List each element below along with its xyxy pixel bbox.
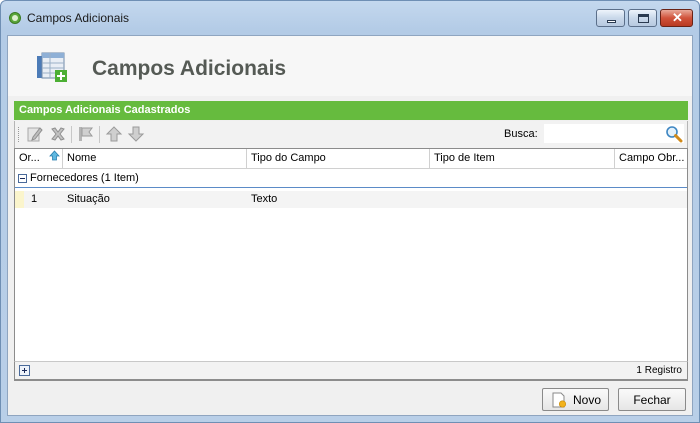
new-button-label: Novo — [573, 393, 602, 407]
close-button[interactable]: ✕ — [660, 9, 693, 27]
section-header: Campos Adicionais Cadastrados — [14, 101, 688, 120]
move-down-icon[interactable] — [127, 125, 145, 143]
close-icon: ✕ — [672, 10, 683, 25]
new-button[interactable]: Novo — [542, 388, 609, 411]
column-header-ordem[interactable]: Or... — [15, 149, 63, 168]
app-logo-icon — [9, 12, 21, 24]
dialog-body: Campos Adicionais Campos Adicionais Cada… — [7, 35, 693, 416]
column-header-tipo-campo[interactable]: Tipo do Campo — [247, 149, 430, 168]
maximize-icon — [638, 14, 649, 23]
plus-icon[interactable] — [19, 365, 30, 376]
group-label: Fornecedores (1 Item) — [30, 172, 139, 184]
minimize-button[interactable] — [596, 9, 625, 27]
column-header-tipo-item[interactable]: Tipo de Item — [430, 149, 615, 168]
column-header-nome[interactable]: Nome — [63, 149, 247, 168]
minimize-icon — [607, 20, 616, 23]
title-bar[interactable]: Campos Adicionais ✕ — [1, 1, 699, 35]
move-up-icon[interactable] — [105, 125, 123, 143]
header-panel: Campos Adicionais — [8, 36, 692, 96]
toolbar-grip[interactable] — [18, 127, 21, 142]
toolbar: Busca: — [14, 121, 688, 148]
dialog-window: Campos Adicionais ✕ Campos Adicionais Ca… — [0, 0, 700, 423]
group-row[interactable]: Fornecedores (1 Item) — [15, 169, 687, 188]
magnifier-icon[interactable] — [665, 125, 683, 143]
table-row[interactable]: 1 Situação Texto — [15, 191, 687, 208]
table-add-icon — [37, 52, 67, 82]
record-count: 1 Registro — [636, 365, 682, 376]
row-indicator — [15, 191, 24, 208]
toolbar-separator — [71, 126, 72, 143]
page-title: Campos Adicionais — [92, 57, 287, 80]
close-button-label: Fechar — [633, 393, 671, 407]
window-title: Campos Adicionais — [27, 11, 130, 25]
maximize-button[interactable] — [628, 9, 657, 27]
toolbar-separator — [99, 126, 100, 143]
search-label: Busca: — [504, 128, 538, 140]
edit-icon[interactable] — [26, 125, 44, 143]
column-header-campo-obrigatorio[interactable]: Campo Obr... — [615, 149, 687, 168]
cell-nome: Situação — [67, 193, 110, 205]
grid-header: Or... Nome Tipo do Campo Tipo de Item Ca… — [15, 149, 687, 169]
close-dialog-button[interactable]: Fechar — [618, 388, 686, 411]
grid-footer: 1 Registro — [14, 361, 688, 380]
search-input[interactable] — [544, 124, 684, 143]
column-header-label: Or... — [19, 152, 40, 164]
clone-icon[interactable] — [77, 125, 95, 143]
cell-tipo-campo: Texto — [251, 193, 278, 205]
collapse-icon[interactable] — [18, 174, 27, 183]
data-grid: Or... Nome Tipo do Campo Tipo de Item Ca… — [14, 148, 688, 381]
new-document-icon — [552, 392, 567, 408]
delete-icon[interactable] — [49, 125, 67, 143]
cell-ordem: 1 — [31, 193, 38, 205]
sort-ascending-icon — [49, 150, 60, 161]
